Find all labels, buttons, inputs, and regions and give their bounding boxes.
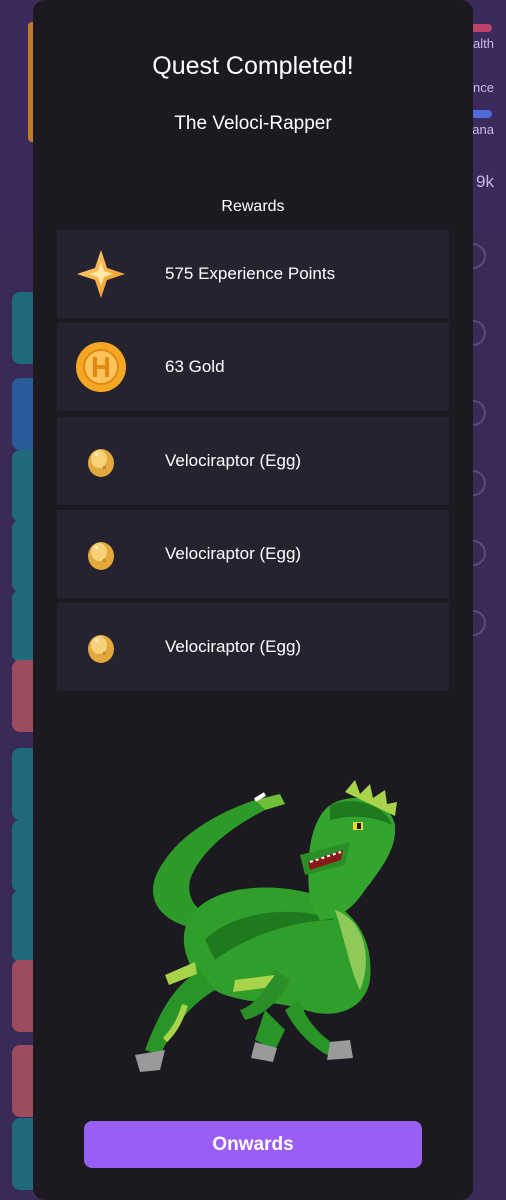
reward-row-egg: Velociraptor (Egg): [57, 510, 449, 598]
rewards-heading: Rewards: [221, 198, 285, 215]
experience-label: nce: [473, 80, 494, 95]
reward-label: Velociraptor (Egg): [165, 544, 302, 563]
quest-name: The Veloci-Rapper: [174, 113, 332, 134]
velociraptor-pet-image: [105, 780, 405, 1090]
egg-icon: [75, 621, 127, 673]
star-icon: [75, 248, 127, 300]
reward-label: 63 Gold: [165, 357, 225, 376]
reward-row-egg: Velociraptor (Egg): [57, 417, 449, 505]
reward-label: 575 Experience Points: [165, 264, 336, 283]
egg-icon: [75, 528, 127, 580]
gold-coin-icon: [75, 341, 127, 393]
reward-row-egg: Velociraptor (Egg): [57, 603, 449, 691]
quest-completed-modal: Quest Completed! The Veloci-Rapper Rewar…: [33, 0, 473, 1200]
reward-label: Velociraptor (Egg): [165, 451, 302, 470]
modal-title: Quest Completed!: [152, 52, 354, 80]
reward-label: Velociraptor (Egg): [165, 637, 302, 656]
gold-count: 9k: [476, 172, 494, 191]
health-label: alth: [473, 36, 494, 51]
onwards-button[interactable]: Onwards: [84, 1121, 422, 1168]
mana-label: ana: [472, 122, 494, 137]
reward-row-experience: 575 Experience Points: [57, 230, 449, 318]
reward-row-gold: 63 Gold: [57, 323, 449, 411]
egg-icon: [75, 435, 127, 487]
